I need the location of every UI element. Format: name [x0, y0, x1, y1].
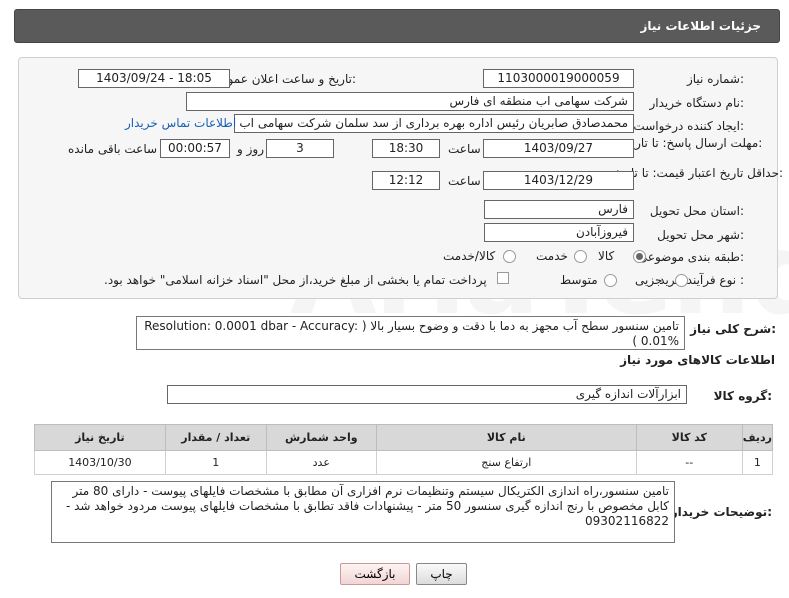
- category-option-goods: کالا: [598, 249, 615, 263]
- need-number-label: شماره نیاز:: [686, 72, 744, 86]
- category-option-goods-service: کالا/خدمت: [443, 249, 496, 263]
- city-label: شهر محل تحویل:: [657, 228, 744, 242]
- reply-deadline-date-field: 1403/09/27: [483, 139, 634, 158]
- price-validity-time-field: 12:12: [372, 171, 440, 190]
- summary-textarea[interactable]: تامین سنسور سطح آب مجهز به دما با دقت و …: [136, 316, 685, 350]
- remaining-time-field: 00:00:57: [160, 139, 230, 158]
- reply-deadline-label-text: مهلت ارسال پاسخ: تا تاریخ:: [624, 136, 763, 150]
- cell-name: ارتفاع سنج: [375, 450, 637, 475]
- print-button[interactable]: چاپ: [416, 563, 467, 585]
- reply-deadline-time-label: ساعت: [448, 142, 481, 156]
- price-validity-time-label: ساعت: [448, 174, 481, 188]
- city-field: فیروزآبادن: [484, 223, 634, 242]
- reply-days-field: 3: [266, 139, 334, 158]
- category-option-service: خدمت: [536, 249, 568, 263]
- purchase-option-medium: متوسط: [560, 273, 598, 287]
- province-field: فارس: [484, 200, 634, 219]
- purchase-radio-medium[interactable]: [604, 274, 617, 287]
- cell-row: 1: [741, 450, 774, 475]
- reply-deadline-time-field: 18:30: [372, 139, 440, 158]
- back-button[interactable]: بازگشت: [340, 563, 410, 585]
- col-code: کد کالا: [635, 424, 743, 451]
- page-title: جزئیات اطلاعات نیاز: [640, 19, 761, 33]
- goods-table-header: ردیف کد کالا نام کالا واحد شمارش تعداد /…: [34, 424, 774, 451]
- table-row: 1 -- ارتفاع سنج عدد 1 1403/10/30: [34, 450, 774, 475]
- purchase-option-minor: جزیی: [635, 273, 663, 287]
- goods-group-label: گروه کالا:: [713, 389, 772, 403]
- treasury-payment-note: پرداخت تمام یا بخشی از مبلغ خرید،از محل …: [104, 273, 487, 287]
- buyer-notes-textarea[interactable]: تامین سنسور،راه اندازی الکتریکال سیستم و…: [51, 481, 675, 543]
- treasury-payment-checkbox[interactable]: [497, 272, 509, 284]
- reply-days-label: روز و: [237, 142, 264, 156]
- announce-datetime-label: تاریخ و ساعت اعلان عمومی:: [211, 72, 356, 86]
- requester-label: ایجاد کننده درخواست:: [633, 119, 744, 133]
- buyer-contact-link[interactable]: اطلاعات تماس خریدار: [125, 116, 236, 130]
- cell-unit: عدد: [265, 450, 377, 475]
- col-name: نام کالا: [375, 424, 637, 451]
- category-label: طبقه بندی موضوعی:: [637, 250, 744, 264]
- page-header: جزئیات اطلاعات نیاز: [14, 9, 780, 43]
- goods-table: ردیف کد کالا نام کالا واحد شمارش تعداد /…: [34, 424, 774, 475]
- purchase-radio-minor[interactable]: [675, 274, 688, 287]
- province-label: استان محل تحویل:: [649, 204, 744, 218]
- buyer-org-label: نام دستگاه خریدار:: [649, 96, 745, 110]
- col-need-date: تاریخ نیاز: [34, 424, 166, 451]
- col-unit: واحد شمارش: [265, 424, 377, 451]
- category-radio-service[interactable]: [574, 250, 587, 263]
- cell-code: --: [635, 450, 743, 475]
- reply-deadline-label: مهلت ارسال پاسخ: تا تاریخ:: [624, 136, 762, 151]
- need-number-field: 1103000019000059: [483, 69, 634, 88]
- announce-datetime-field: 1403/09/24 - 18:05: [78, 69, 230, 88]
- remaining-time-label: ساعت باقی مانده: [68, 142, 158, 156]
- summary-label: شرح کلی نیاز:: [690, 322, 776, 336]
- price-validity-date-field: 1403/12/29: [483, 171, 634, 190]
- cell-need-date: 1403/10/30: [34, 450, 166, 475]
- col-row: ردیف: [741, 424, 774, 451]
- purchase-type-label: نوع فرآیند خرید :: [659, 273, 744, 287]
- category-radio-goods[interactable]: [633, 250, 646, 263]
- buyer-notes-label: توضیحات خریدار:: [670, 505, 772, 519]
- requester-field: محمدصادق صابریان رئیس اداره بهره برداری …: [234, 114, 634, 133]
- cell-qty: 1: [164, 450, 267, 475]
- category-radio-goods-service[interactable]: [503, 250, 516, 263]
- col-qty: تعداد / مقدار: [164, 424, 267, 451]
- buyer-org-field: شرکت سهامی اب منطقه ای فارس: [186, 92, 634, 111]
- price-validity-label-text: حداقل تاریخ اعتبار قیمت: تا تاریخ:: [614, 166, 784, 180]
- goods-group-field: ابزارآلات اندازه گیری: [167, 385, 687, 404]
- goods-section-title: اطلاعات کالاهای مورد نیاز: [620, 353, 775, 367]
